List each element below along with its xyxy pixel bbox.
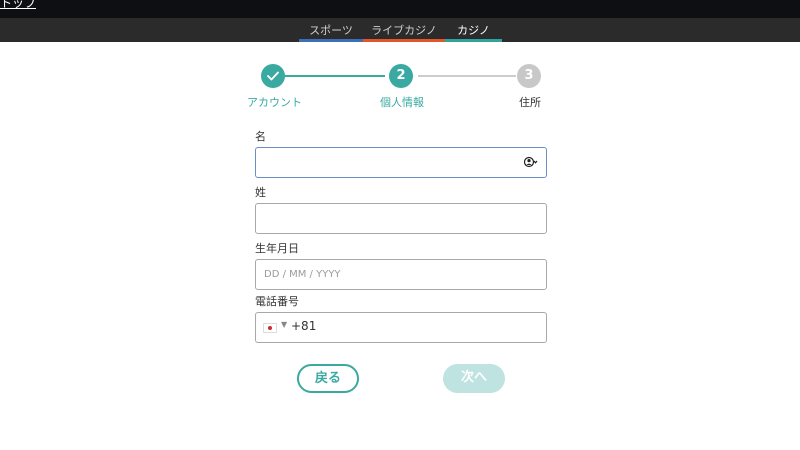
first-name-label: 名	[255, 130, 266, 143]
phone-input[interactable]	[318, 313, 554, 342]
last-name-field-box	[255, 203, 547, 234]
country-dropdown-arrow-icon[interactable]: ▼	[281, 320, 287, 329]
step-3-label: 住所	[519, 96, 541, 109]
registration-stepper: 2 3 アカウント 個人情報 住所	[240, 62, 560, 112]
top-bar: トップ	[0, 0, 800, 18]
last-name-label: 姓	[255, 186, 266, 199]
top-link[interactable]: トップ	[0, 0, 36, 11]
category-nav: スポーツ ライブカジノ カジノ	[0, 18, 800, 42]
step-2-circle: 2	[389, 64, 413, 88]
step-2-label: 個人情報	[380, 96, 424, 109]
phone-country-code: +81	[291, 319, 317, 333]
birthdate-input[interactable]	[256, 260, 512, 289]
check-icon	[267, 71, 279, 81]
first-name-field-box	[255, 147, 547, 178]
tab-live-casino-label: ライブカジノ	[371, 24, 437, 37]
contact-autofill-icon[interactable]	[524, 156, 538, 168]
back-button[interactable]: 戻る	[297, 364, 359, 393]
first-name-input[interactable]	[256, 148, 512, 177]
tab-casino-underline	[445, 39, 502, 42]
birthdate-field-box	[255, 259, 547, 290]
tab-sports[interactable]: スポーツ	[299, 18, 363, 42]
tab-casino[interactable]: カジノ	[445, 18, 502, 42]
tab-sports-label: スポーツ	[309, 24, 353, 37]
tab-sports-underline	[299, 39, 363, 42]
step-connector-upcoming	[418, 75, 516, 77]
phone-field-box: ▼ +81	[255, 312, 554, 343]
step-3-circle: 3	[517, 64, 541, 88]
step-1-label: アカウント	[247, 96, 302, 109]
japan-flag-icon[interactable]	[263, 323, 277, 333]
next-button[interactable]: 次へ	[443, 364, 505, 393]
tab-live-casino-underline	[363, 39, 445, 42]
step-connector-completed	[273, 75, 385, 77]
last-name-input[interactable]	[256, 204, 512, 233]
tab-live-casino[interactable]: ライブカジノ	[363, 18, 445, 42]
tab-casino-label: カジノ	[457, 24, 490, 37]
step-1-circle	[261, 64, 285, 88]
birthdate-label: 生年月日	[255, 242, 299, 255]
phone-label: 電話番号	[255, 295, 299, 308]
